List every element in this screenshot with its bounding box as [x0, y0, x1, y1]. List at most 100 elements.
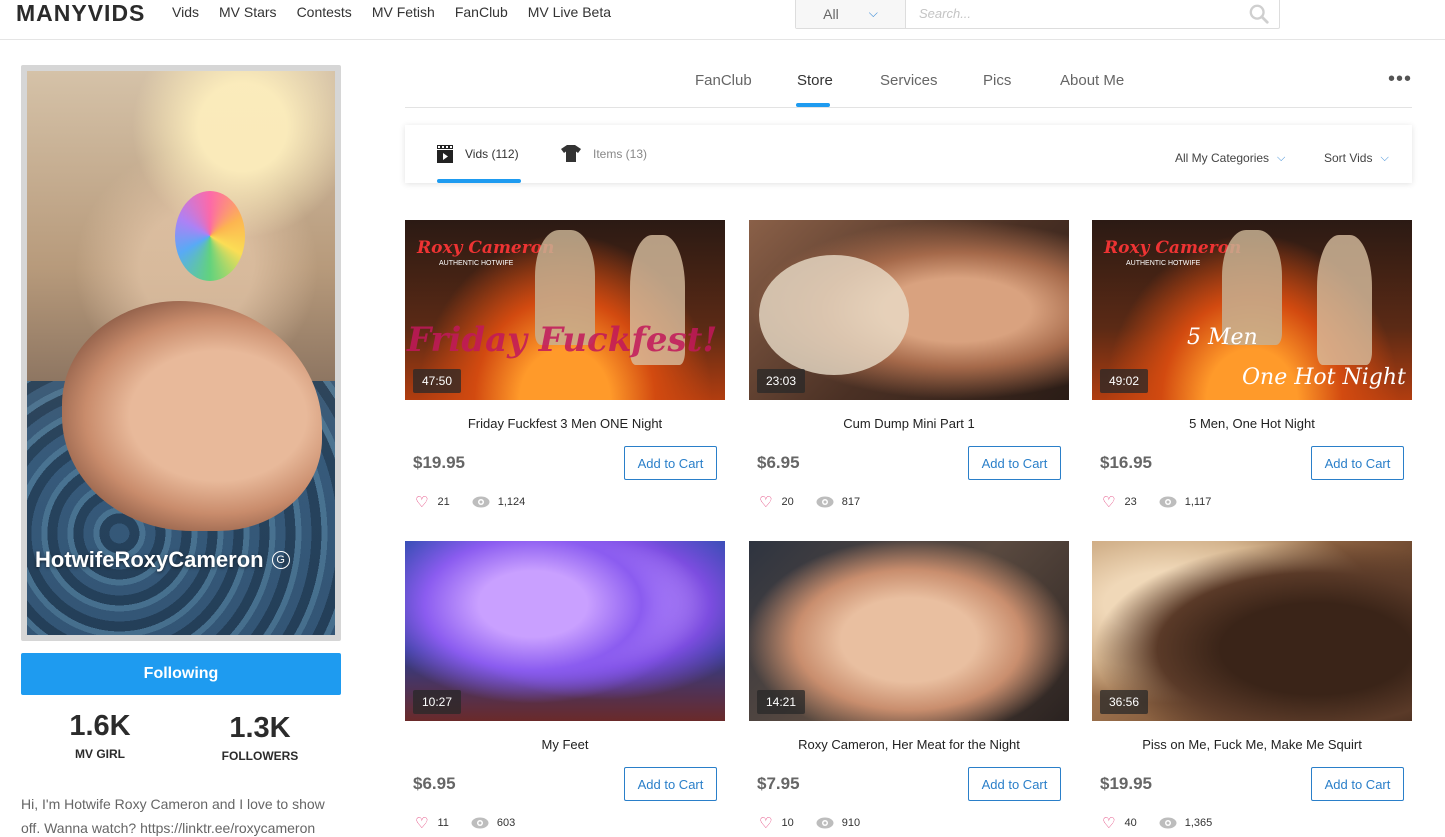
view-count: 1,124: [497, 496, 526, 508]
video-title[interactable]: Cum Dump Mini Part 1: [749, 416, 1069, 432]
view-count: 910: [841, 817, 861, 829]
profile-name: HotwifeRoxyCameron G: [35, 547, 290, 573]
video-card[interactable]: Roxy Cameron AUTHENTIC HOTWIFE 5 Men One…: [1092, 220, 1412, 511]
like-count: 23: [1124, 496, 1137, 508]
duration-badge: 49:02: [1100, 369, 1149, 393]
video-card[interactable]: 14:21 Roxy Cameron, Her Meat for the Nig…: [749, 541, 1069, 832]
video-thumbnail[interactable]: Roxy Cameron AUTHENTIC HOTWIFE Friday Fu…: [405, 220, 725, 400]
video-card[interactable]: 10:27 My Feet $6.95 Add to Cart ♡ 11 603: [405, 541, 725, 832]
nav-contests[interactable]: Contests: [297, 3, 352, 21]
eye-icon: [1159, 817, 1177, 829]
verified-badge-icon: G: [271, 551, 290, 569]
view-count: 1,365: [1184, 817, 1213, 829]
site-logo[interactable]: MANYVIDS: [16, 0, 145, 26]
stat-label: MV GIRL: [75, 747, 125, 761]
tagline-overlay-text: AUTHENTIC HOTWIFE: [1126, 260, 1201, 267]
search-category-value: All: [823, 5, 839, 22]
tab-fanclub[interactable]: FanClub: [695, 72, 752, 89]
add-to-cart-button[interactable]: Add to Cart: [968, 446, 1061, 480]
video-title[interactable]: 5 Men, One Hot Night: [1092, 416, 1412, 432]
following-button[interactable]: Following: [21, 653, 341, 695]
profile-tabs: FanClub Store Services Pics About Me •••: [405, 62, 1412, 108]
duration-badge: 36:56: [1100, 690, 1149, 714]
eye-icon: [472, 496, 490, 508]
video-title[interactable]: Piss on Me, Fuck Me, Make Me Squirt: [1092, 737, 1412, 753]
store-tab-items[interactable]: Items (13): [561, 145, 647, 162]
eye-icon: [816, 817, 834, 829]
eye-icon: [816, 496, 834, 508]
add-to-cart-button[interactable]: Add to Cart: [1311, 446, 1404, 480]
duration-badge: 47:50: [413, 369, 462, 393]
like-count: 21: [437, 496, 450, 508]
search-input[interactable]: [906, 0, 1239, 28]
search-category-select[interactable]: All ⌵: [796, 0, 906, 28]
add-to-cart-button[interactable]: Add to Cart: [624, 767, 717, 801]
video-thumbnail[interactable]: 14:21: [749, 541, 1069, 721]
search-icon: [1249, 4, 1269, 24]
nav-fanclub[interactable]: FanClub: [455, 3, 508, 21]
heart-icon[interactable]: ♡: [415, 814, 428, 832]
tab-services[interactable]: Services: [880, 72, 938, 89]
nav-mv-stars[interactable]: MV Stars: [219, 3, 277, 21]
like-count: 10: [781, 817, 794, 829]
heart-icon[interactable]: ♡: [1102, 493, 1115, 511]
store-tab-indicator: [437, 179, 521, 183]
add-to-cart-button[interactable]: Add to Cart: [968, 767, 1061, 801]
video-thumbnail[interactable]: Roxy Cameron AUTHENTIC HOTWIFE 5 Men One…: [1092, 220, 1412, 400]
top-navbar: MANYVIDS Vids MV Stars Contests MV Fetis…: [0, 0, 1445, 40]
category-dropdown[interactable]: All My Categories ⌵: [1175, 151, 1285, 165]
store-tab-vids[interactable]: Vids (112): [437, 145, 519, 163]
add-to-cart-button[interactable]: Add to Cart: [624, 446, 717, 480]
nav-vids[interactable]: Vids: [172, 3, 199, 21]
heart-icon[interactable]: ♡: [415, 493, 428, 511]
search-bar: All ⌵: [795, 0, 1280, 29]
video-title[interactable]: My Feet: [405, 737, 725, 753]
nav-mv-live[interactable]: MV Live Beta: [528, 3, 611, 21]
video-price: $16.95: [1100, 453, 1152, 472]
store-tab-label: Vids (112): [465, 147, 519, 161]
heart-icon[interactable]: ♡: [759, 493, 772, 511]
like-count: 20: [781, 496, 794, 508]
store-filter-bar: Vids (112) Items (13) All My Categories …: [405, 125, 1412, 183]
duration-badge: 23:03: [757, 369, 806, 393]
stat-value: 1.6K: [69, 710, 131, 742]
dropdown-label: Sort Vids: [1324, 151, 1373, 165]
video-price: $6.95: [413, 774, 456, 793]
heart-icon[interactable]: ♡: [1102, 814, 1115, 832]
video-price: $19.95: [413, 453, 465, 472]
video-thumbnail[interactable]: 36:56: [1092, 541, 1412, 721]
video-price: $19.95: [1100, 774, 1152, 793]
add-to-cart-button[interactable]: Add to Cart: [1311, 767, 1404, 801]
unicorn-sticker: [175, 191, 245, 281]
duration-badge: 14:21: [757, 690, 806, 714]
video-thumbnail[interactable]: 10:27: [405, 541, 725, 721]
video-card[interactable]: 23:03 Cum Dump Mini Part 1 $6.95 Add to …: [749, 220, 1069, 511]
video-price: $6.95: [757, 453, 800, 472]
duration-badge: 10:27: [413, 690, 462, 714]
stat-mv-girl: 1.6K MV GIRL: [48, 710, 152, 761]
tshirt-icon: [561, 145, 581, 162]
profile-photo: HotwifeRoxyCameron G: [21, 65, 341, 641]
title-overlay-text: Friday Fuckfest!: [407, 320, 718, 360]
video-title[interactable]: Friday Fuckfest 3 Men ONE Night: [405, 416, 725, 432]
stat-label: FOLLOWERS: [221, 749, 299, 763]
more-options-icon[interactable]: •••: [1388, 69, 1412, 89]
chevron-down-icon: ⌵: [1277, 151, 1286, 164]
profile-bio: Hi, I'm Hotwife Roxy Cameron and I love …: [21, 796, 325, 836]
title-overlay-text: 5 Men: [1187, 325, 1258, 350]
nav-mv-fetish[interactable]: MV Fetish: [372, 3, 435, 21]
tab-about-me[interactable]: About Me: [1060, 72, 1124, 89]
sort-dropdown[interactable]: Sort Vids ⌵: [1324, 151, 1389, 165]
video-title[interactable]: Roxy Cameron, Her Meat for the Night: [749, 737, 1069, 753]
view-count: 817: [841, 496, 861, 508]
video-thumbnail[interactable]: 23:03: [749, 220, 1069, 400]
tagline-overlay-text: AUTHENTIC HOTWIFE: [439, 260, 514, 267]
eye-icon: [1159, 496, 1177, 508]
heart-icon[interactable]: ♡: [759, 814, 772, 832]
chevron-down-icon: ⌵: [868, 6, 878, 20]
video-card[interactable]: Roxy Cameron AUTHENTIC HOTWIFE Friday Fu…: [405, 220, 725, 511]
search-button[interactable]: [1239, 0, 1279, 28]
tab-store[interactable]: Store: [797, 72, 833, 89]
tab-pics[interactable]: Pics: [983, 72, 1011, 89]
video-card[interactable]: 36:56 Piss on Me, Fuck Me, Make Me Squir…: [1092, 541, 1412, 832]
